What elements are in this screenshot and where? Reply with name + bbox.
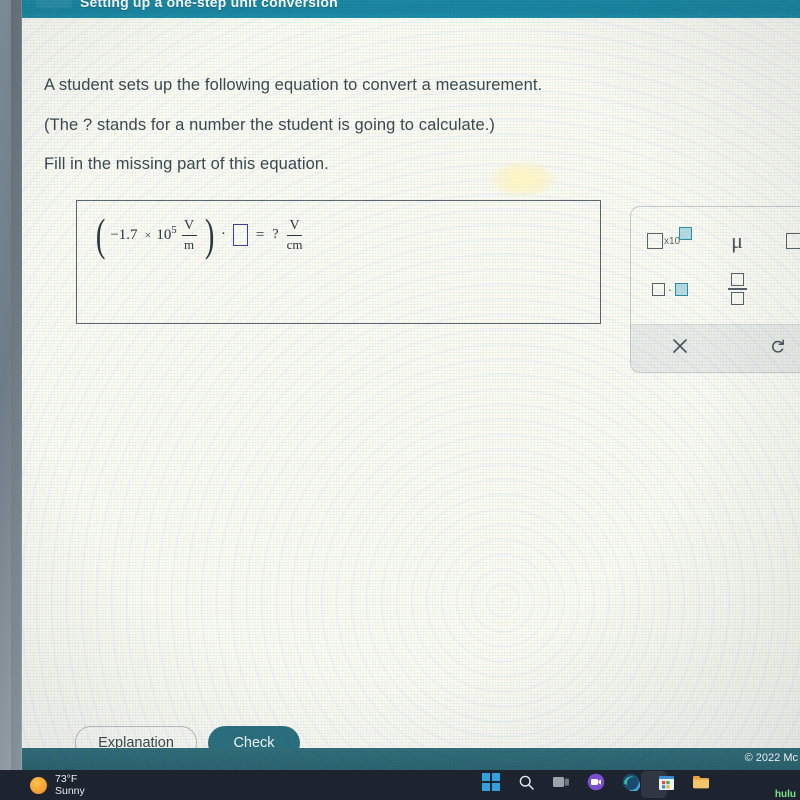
prompt-line-1: A student sets up the following equation… — [44, 76, 543, 94]
prompt-line-2: (The ? stands for a number the student i… — [44, 116, 496, 134]
edge-browser-icon[interactable] — [622, 773, 640, 791]
fraction-bar-icon — [727, 288, 747, 290]
weather-widget[interactable]: 73°F Sunny — [30, 773, 85, 798]
keypad-footer — [631, 324, 800, 372]
weather-temperature: 73°F — [55, 773, 78, 785]
windows-taskbar: 73°F Sunny hulu — [0, 770, 800, 800]
multiplication-button[interactable]: · — [639, 269, 701, 309]
task-view-icon[interactable] — [552, 773, 570, 791]
right-unit-fraction: V cm — [286, 218, 303, 253]
copyright-text: © 2022 Mc — [744, 752, 798, 764]
power-base: 10 — [156, 226, 172, 243]
left-unit-fraction: V m — [181, 218, 197, 253]
weather-condition: Sunny — [55, 785, 85, 798]
x10-label: x10 — [663, 235, 681, 247]
placeholder-box-icon — [646, 233, 663, 249]
exercise-header: Setting up a one-step unit conversion — [18, 0, 800, 18]
multiply-dot: · — [220, 225, 226, 242]
fraction-glyph — [727, 272, 747, 306]
denominator-box-icon — [730, 292, 744, 306]
right-unit-denominator: cm — [286, 237, 303, 253]
file-explorer-icon[interactable] — [692, 773, 710, 791]
right-unit-numerator: V — [289, 218, 300, 233]
equation-work-area[interactable]: ( −1.7 × 10 5 V m ) · = ? V cm — [76, 200, 601, 324]
fraction-bar — [287, 235, 303, 237]
prompt-line-3: Fill in the missing part of this equatio… — [44, 155, 329, 173]
windows-start-icon[interactable] — [482, 773, 500, 791]
times-symbol: × — [144, 227, 152, 242]
screen-bezel-left-inner — [11, 0, 21, 770]
placeholder-box-icon — [675, 282, 689, 296]
equation: ( −1.7 × 10 5 V m ) · = ? V cm — [95, 209, 303, 261]
keypad-grid: x10 μ · — [631, 207, 800, 325]
browser-page: Setting up a one-step unit conversion A … — [18, 0, 800, 770]
taskbar-icons — [482, 773, 710, 791]
undo-button[interactable] — [729, 325, 800, 372]
left-unit-denominator: m — [184, 237, 195, 253]
page-footer — [18, 748, 800, 770]
search-icon[interactable] — [517, 773, 535, 791]
weather-text: 73°F Sunny — [55, 773, 85, 798]
close-icon — [671, 337, 689, 361]
sun-icon — [30, 776, 47, 794]
screen-photo: Setting up a one-step unit conversion A … — [0, 0, 800, 800]
math-keypad: x10 μ · — [630, 206, 800, 373]
dot-operator-icon: · — [667, 281, 673, 297]
scientific-notation-button[interactable]: x10 — [639, 219, 701, 263]
power-exponent: 5 — [171, 224, 177, 236]
question-mark: ? — [272, 227, 279, 243]
left-unit-numerator: V — [184, 218, 195, 233]
placeholder-box-icon — [785, 233, 800, 249]
hulu-label: hulu — [774, 789, 796, 800]
teams-camera-icon[interactable] — [587, 773, 605, 791]
page-title: Setting up a one-step unit conversion — [80, 0, 338, 10]
header-logo-chip — [36, 0, 72, 8]
undo-icon — [769, 337, 787, 361]
numerator-box-icon — [730, 272, 744, 286]
equals-sign: = — [255, 226, 265, 243]
microsoft-store-icon[interactable] — [657, 773, 675, 791]
clear-button[interactable] — [631, 325, 729, 372]
coefficient: −1.7 — [110, 226, 138, 243]
content-sheet: A student sets up the following equation… — [18, 18, 800, 760]
micro-prefix-button[interactable]: μ — [709, 219, 765, 263]
mu-symbol: μ — [731, 228, 743, 253]
exponent-box-icon — [679, 226, 693, 240]
fraction-button[interactable] — [709, 269, 765, 309]
placeholder-box-icon — [651, 282, 665, 296]
answer-input[interactable] — [232, 224, 248, 247]
superscript-button[interactable] — [773, 219, 800, 263]
fraction-bar — [181, 235, 197, 237]
